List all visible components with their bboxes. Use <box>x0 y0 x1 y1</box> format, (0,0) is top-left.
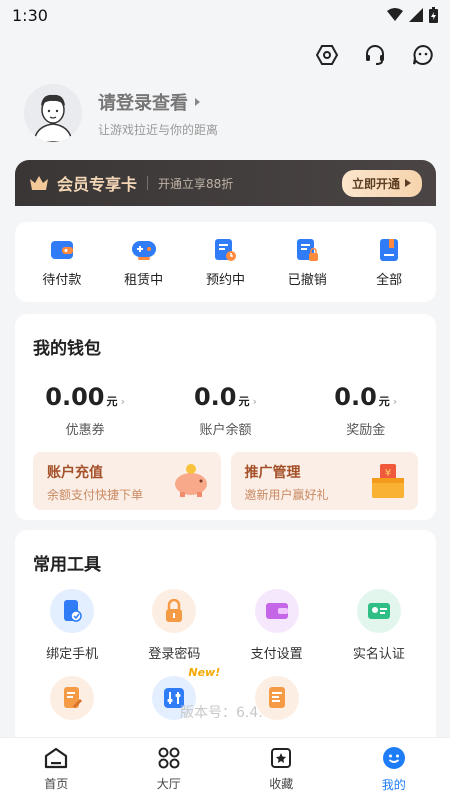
tab-home[interactable]: 首页 <box>21 747 91 792</box>
avatar[interactable] <box>24 84 82 142</box>
chevron-right-icon <box>195 97 200 106</box>
tool-real-name[interactable]: 实名认证 <box>328 589 430 662</box>
phone-bind-icon <box>50 589 95 633</box>
promotion-button[interactable]: 推广管理 邀新用户赢好礼 ¥ <box>230 452 418 510</box>
favorite-icon <box>271 747 292 768</box>
order-label: 预约中 <box>205 272 245 288</box>
message-icon[interactable] <box>410 42 436 68</box>
vip-divider <box>147 176 149 190</box>
customer-service-icon[interactable] <box>362 42 388 68</box>
gamepad-icon <box>131 240 156 260</box>
grid-icon <box>158 747 180 768</box>
default-avatar-icon <box>24 84 82 142</box>
status-bar: 1:30 <box>0 0 450 30</box>
balance-unit: 元 <box>238 395 250 408</box>
reward-label: 奖励金 <box>346 423 386 438</box>
play-arrow-icon <box>405 179 411 187</box>
battery-icon <box>429 7 438 23</box>
bottom-tab-bar: 首页 大厅 收藏 我的 <box>0 738 450 800</box>
profile-header[interactable]: 请登录查看 让游戏拉近与你的距离 <box>24 84 218 142</box>
reward-stat[interactable]: 0.0 元 › 奖励金 <box>306 383 426 438</box>
svg-text:¥: ¥ <box>385 468 391 479</box>
tab-mine[interactable]: 我的 <box>359 746 429 793</box>
wallet-title: 我的钱包 <box>33 339 101 359</box>
vip-open-button-label: 立即开通 <box>351 176 400 191</box>
vip-open-button[interactable]: 立即开通 <box>341 169 422 197</box>
tab-label: 首页 <box>44 776 69 791</box>
order-renting[interactable]: 租赁中 <box>109 237 179 288</box>
coupon-unit: 元 <box>106 395 118 408</box>
gift-box-icon: ¥ <box>372 464 404 498</box>
home-icon <box>45 747 68 768</box>
id-card-icon <box>356 589 401 633</box>
order-cancelled[interactable]: 已撤销 <box>272 237 342 288</box>
tool-label: 登录密码 <box>148 647 201 662</box>
reward-value: 0.0 <box>334 383 377 411</box>
tab-label: 大厅 <box>156 776 181 791</box>
profile-icon <box>382 746 405 769</box>
reward-unit: 元 <box>378 395 390 408</box>
balance-stat[interactable]: 0.0 元 › 账户余额 <box>165 383 285 438</box>
signal-icon <box>409 8 423 22</box>
wallet-card: 我的钱包 0.00 元 › 优惠券 0.0 元 › 账户余额 0.0 元 › 奖励金 账户充… <box>15 314 436 520</box>
vip-banner[interactable]: 会员专享卡 开通立享88折 立即开通 <box>15 160 436 206</box>
order-label: 全部 <box>376 272 403 288</box>
clock-doc-icon <box>215 238 237 261</box>
tool-edit[interactable] <box>21 676 123 730</box>
login-prompt[interactable]: 请登录查看 <box>98 89 218 115</box>
tab-lobby[interactable]: 大厅 <box>134 747 204 792</box>
wifi-icon <box>387 8 403 21</box>
tool-label: 绑定手机 <box>46 647 99 662</box>
settings-icon[interactable] <box>314 42 340 68</box>
order-label: 租赁中 <box>124 272 164 288</box>
tools-title: 常用工具 <box>33 555 101 575</box>
coupon-label: 优惠券 <box>65 423 105 438</box>
chevron-right-icon: › <box>120 395 126 408</box>
login-text: 请登录查看 <box>98 92 188 114</box>
order-label: 已撤销 <box>287 272 327 288</box>
order-all[interactable]: 全部 <box>354 237 424 288</box>
piggy-bank-icon <box>174 464 207 497</box>
all-orders-icon <box>380 238 399 261</box>
tool-login-password[interactable]: 登录密码 <box>123 589 225 662</box>
crown-icon <box>30 176 48 190</box>
edit-doc-icon <box>50 676 95 720</box>
tool-payment-settings[interactable]: 支付设置 <box>226 589 328 662</box>
padlock-icon <box>152 589 197 633</box>
vip-title: 会员专享卡 <box>57 175 138 194</box>
order-reserved[interactable]: 预约中 <box>190 237 260 288</box>
wallet-icon <box>50 240 73 259</box>
chevron-right-icon: › <box>252 395 258 408</box>
tab-label: 我的 <box>381 777 406 792</box>
order-pending-payment[interactable]: 待付款 <box>27 237 97 288</box>
orders-card: 待付款 租赁中 预约中 已撤销 全部 <box>15 222 436 302</box>
vip-desc: 开通立享88折 <box>158 176 234 191</box>
tab-favorites[interactable]: 收藏 <box>246 747 316 792</box>
version-text: 版本号：6.4. <box>180 705 263 721</box>
lock-doc-icon <box>297 238 319 261</box>
tab-label: 收藏 <box>269 776 294 791</box>
new-badge: New! <box>188 666 221 679</box>
tool-label: 实名认证 <box>352 647 405 662</box>
balance-label: 账户余额 <box>199 423 252 438</box>
profile-subtitle: 让游戏拉近与你的距离 <box>98 122 219 137</box>
tool-bind-phone[interactable]: 绑定手机 <box>21 589 123 662</box>
tool-label: 支付设置 <box>250 647 303 662</box>
coupon-stat[interactable]: 0.00 元 › 优惠券 <box>25 383 145 438</box>
chevron-right-icon: › <box>392 395 398 408</box>
status-time: 1:30 <box>12 5 48 25</box>
recharge-button[interactable]: 账户充值 余额支付快捷下单 <box>33 452 221 510</box>
coupon-value: 0.00 <box>45 383 105 411</box>
order-label: 待付款 <box>42 272 82 288</box>
wallet-settings-icon <box>254 589 299 633</box>
balance-value: 0.0 <box>193 383 237 411</box>
